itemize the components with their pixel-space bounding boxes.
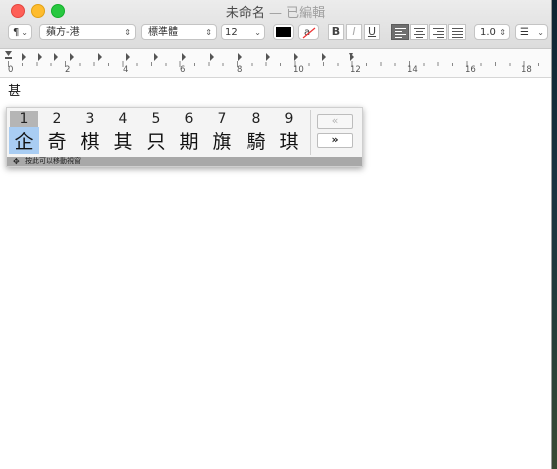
window-title: 未命名 — 已編輯	[0, 2, 551, 21]
candidate-number: 4	[118, 111, 128, 127]
textedit-window: 未命名 — 已編輯 ¶ ⌄ 蘋方-港 ⇕ 標準體 ⇕ 12 ⌄ a B I U …	[0, 0, 552, 469]
tab-stop-icon	[98, 53, 102, 61]
font-family-value: 蘋方-港	[46, 27, 80, 38]
title-separator: —	[269, 6, 282, 21]
move-window-hint: 按此可以移動視窗	[25, 157, 81, 165]
ruler[interactable]: 0 2 4 6 8 10 12 14 16 18	[0, 49, 551, 78]
tab-stop-icon	[322, 53, 326, 61]
bold-button[interactable]: B	[328, 24, 344, 40]
font-style-value: 標準體	[148, 27, 178, 38]
candidate-number: 6	[184, 111, 194, 127]
ruler-label: 8	[237, 65, 243, 75]
candidate-item[interactable]: 只	[141, 127, 171, 154]
updown-arrows-icon: ⇕	[124, 28, 131, 37]
ime-candidate-window[interactable]: 1 2 3 4 5 6 7 8 9 企 奇 棋 其 只 期 旗 騎 琪 « » …	[6, 107, 363, 167]
align-left-button[interactable]	[391, 24, 409, 40]
ruler-label: 12	[350, 65, 361, 75]
candidate-item[interactable]: 其	[108, 127, 138, 154]
font-size-value: 12	[225, 27, 238, 38]
tab-stop-icon	[182, 53, 186, 61]
first-line-indent-marker	[5, 57, 12, 59]
candidate-number: 7	[217, 111, 227, 127]
title-bar[interactable]: 未命名 — 已編輯 ¶ ⌄ 蘋方-港 ⇕ 標準體 ⇕ 12 ⌄ a B I U …	[0, 0, 551, 49]
font-family-popup[interactable]: 蘋方-港 ⇕	[39, 24, 136, 40]
candidate-number: 3	[85, 111, 95, 127]
updown-arrows-icon: ⇕	[499, 28, 506, 37]
chevron-down-icon: ⌄	[254, 28, 261, 37]
paragraph-icon: ¶	[13, 27, 20, 38]
chevron-down-icon: ⌄	[21, 28, 28, 37]
candidate-number: 9	[284, 111, 294, 127]
ruler-label: 10	[293, 65, 304, 75]
tab-stop-icon	[266, 53, 270, 61]
tab-stop-icon	[70, 53, 74, 61]
edited-status: 已編輯	[286, 6, 326, 21]
list-style-popup[interactable]: ☰ ⌄	[515, 24, 548, 40]
tab-stop-icon	[38, 53, 42, 61]
line-spacing-value: 1.0	[480, 27, 496, 38]
chevron-down-icon: ⌄	[537, 28, 544, 37]
candidate-selected[interactable]: 企	[9, 127, 39, 154]
no-color-slash-icon	[302, 27, 316, 39]
tab-stop-icon	[22, 53, 26, 61]
ruler-label: 14	[407, 65, 418, 75]
align-center-button[interactable]	[410, 24, 428, 40]
next-page-button[interactable]: »	[317, 133, 353, 148]
ruler-label: 0	[8, 65, 14, 75]
previous-page-button[interactable]: «	[317, 114, 353, 129]
candidate-footer[interactable]: ✥ 按此可以移動視窗	[7, 157, 362, 166]
underline-button[interactable]: U	[364, 24, 380, 40]
align-right-button[interactable]	[429, 24, 447, 40]
tab-stop-icon	[154, 53, 158, 61]
line-spacing-popup[interactable]: 1.0 ⇕	[474, 24, 510, 40]
candidate-number: 8	[251, 111, 261, 127]
text-color-swatch	[276, 27, 291, 37]
align-justify-button[interactable]	[448, 24, 466, 40]
candidate-item[interactable]: 旗	[207, 127, 237, 154]
document-name: 未命名	[225, 6, 265, 21]
candidate-item[interactable]: 期	[174, 127, 204, 154]
list-icon: ☰	[520, 27, 529, 38]
text-color-well[interactable]	[273, 24, 294, 40]
candidate-divider	[310, 110, 311, 155]
ruler-label: 4	[123, 65, 129, 75]
ruler-label: 2	[65, 65, 71, 75]
italic-button[interactable]: I	[346, 24, 362, 40]
tab-stop-icon	[294, 53, 298, 61]
updown-arrows-icon: ⇕	[205, 28, 212, 37]
candidate-item[interactable]: 棋	[75, 127, 105, 154]
candidate-number: 2	[52, 111, 62, 127]
tab-stop-icon	[238, 53, 242, 61]
candidate-item[interactable]: 奇	[42, 127, 72, 154]
tab-stop-icon	[210, 53, 214, 61]
highlight-color-well[interactable]: a	[298, 24, 319, 40]
paragraph-style-popup[interactable]: ¶ ⌄	[8, 24, 32, 40]
candidate-number: 1	[10, 111, 38, 127]
font-style-popup[interactable]: 標準體 ⇕	[141, 24, 217, 40]
candidate-item[interactable]: 騎	[241, 127, 271, 154]
move-icon[interactable]: ✥	[13, 157, 20, 166]
candidate-number: 5	[151, 111, 161, 127]
ruler-label: 18	[521, 65, 532, 75]
tab-stop-icon	[126, 53, 130, 61]
tab-stop-icon	[54, 53, 58, 61]
ruler-label: 16	[465, 65, 476, 75]
font-size-combo[interactable]: 12 ⌄	[221, 24, 265, 40]
document-text[interactable]: 甚	[8, 80, 21, 99]
candidate-item[interactable]: 琪	[274, 127, 304, 154]
left-indent-marker	[5, 51, 12, 56]
ruler-label: 6	[180, 65, 186, 75]
